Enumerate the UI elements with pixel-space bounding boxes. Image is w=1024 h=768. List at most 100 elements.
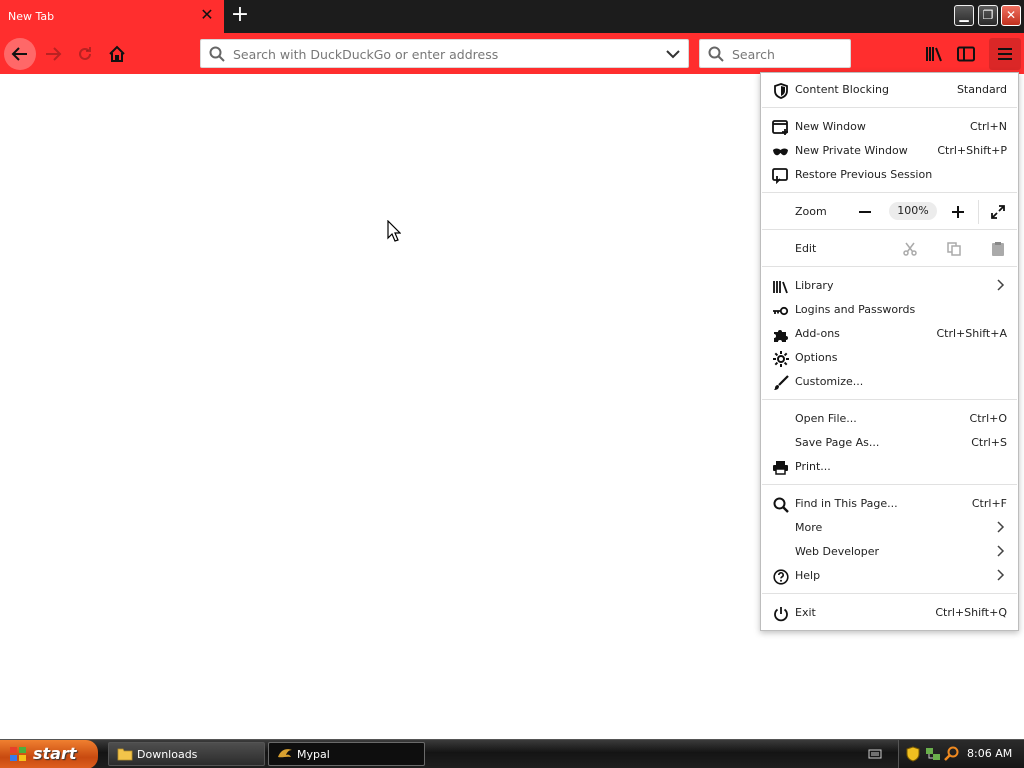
cut-button[interactable] (900, 239, 920, 259)
new-window-icon (772, 119, 789, 136)
power-icon (772, 605, 789, 622)
chevron-down-icon[interactable] (666, 49, 680, 59)
chevron-right-icon (997, 545, 1005, 557)
menu-item-label: Add-ons (795, 327, 840, 340)
menu-item-label: Help (795, 569, 821, 582)
taskbar-item-downloads[interactable]: Downloads (108, 742, 265, 766)
tab-strip: New Tab ✕ + ▁ ❐ ✕ (0, 0, 1024, 33)
taskbar-item-mypal[interactable]: Mypal (268, 742, 425, 766)
shield-icon (772, 82, 789, 99)
close-window-button[interactable]: ✕ (1001, 5, 1021, 26)
menu-item-print[interactable]: Print... (761, 455, 1018, 479)
menu-item-label: New Window (795, 120, 866, 133)
navigation-toolbar: Search with DuckDuckGo or enter address … (0, 33, 1024, 74)
menu-item-open-file[interactable]: Open File... Ctrl+O (761, 407, 1018, 431)
search-tray-icon[interactable] (944, 746, 960, 762)
security-shield-icon[interactable] (906, 746, 920, 762)
menu-item-label: Print... (795, 460, 831, 473)
menu-item-label: Edit (795, 242, 817, 255)
menu-item-exit[interactable]: Exit Ctrl+Shift+Q (761, 601, 1018, 625)
menu-item-restore-session[interactable]: Restore Previous Session (761, 163, 1018, 187)
zoom-out-button[interactable] (855, 202, 875, 222)
tab-title: New Tab (8, 10, 55, 23)
menu-item-new-window[interactable]: New Window Ctrl+N (761, 115, 1018, 139)
menu-item-shortcut: Ctrl+O (969, 412, 1007, 425)
menu-item-label: Restore Previous Session (795, 168, 933, 181)
paintbrush-icon (772, 374, 789, 391)
reload-icon (79, 47, 91, 60)
taskbar: start Downloads Mypal 8:06 AM (0, 739, 1024, 768)
home-icon (109, 45, 125, 62)
zoom-reset-button[interactable]: 100% (889, 202, 937, 220)
home-button[interactable] (101, 38, 133, 70)
menu-item-label: Find in This Page... (795, 497, 898, 510)
menu-item-edit: Edit (761, 237, 1018, 261)
fullscreen-button[interactable] (988, 202, 1008, 222)
menu-separator (762, 484, 1017, 485)
printer-icon (772, 459, 789, 476)
sidebar-icon (957, 46, 975, 62)
paste-button[interactable] (988, 239, 1008, 259)
taskbar-clock: 8:06 AM (967, 747, 1013, 760)
gear-icon (772, 350, 789, 367)
open-menu-button[interactable] (989, 38, 1021, 70)
keyboard-icon[interactable] (868, 748, 882, 760)
menu-item-find[interactable]: Find in This Page... Ctrl+F (761, 492, 1018, 516)
zoom-divider (978, 200, 979, 224)
address-bar[interactable]: Search with DuckDuckGo or enter address (200, 39, 689, 68)
menu-item-addons[interactable]: Add-ons Ctrl+Shift+A (761, 322, 1018, 346)
start-label: start (33, 744, 77, 763)
taskbar-item-label: Downloads (137, 748, 198, 761)
copy-button[interactable] (944, 239, 964, 259)
menu-item-label: Customize... (795, 375, 864, 388)
menu-item-web-developer[interactable]: Web Developer (761, 540, 1018, 564)
menu-item-help[interactable]: Help (761, 564, 1018, 588)
private-mask-icon (772, 143, 789, 160)
menu-item-save-page[interactable]: Save Page As... Ctrl+S (761, 431, 1018, 455)
menu-item-zoom: Zoom 100% (761, 200, 1018, 224)
restore-session-icon (772, 167, 789, 184)
zoom-in-button[interactable] (948, 202, 968, 222)
reload-button[interactable] (69, 38, 101, 70)
copy-icon (947, 242, 961, 256)
minimize-window-button[interactable]: ▁ (954, 5, 974, 26)
menu-item-label: Exit (795, 606, 816, 619)
library-button[interactable] (918, 38, 950, 70)
menu-item-label: More (795, 521, 823, 534)
taskbar-item-label: Mypal (297, 748, 330, 761)
new-tab-plus-icon[interactable]: + (229, 4, 251, 27)
menu-separator (762, 107, 1017, 108)
back-button[interactable] (4, 38, 36, 70)
library-icon (926, 47, 942, 62)
tab-new-tab[interactable]: New Tab ✕ (0, 0, 224, 33)
menu-item-logins[interactable]: Logins and Passwords (761, 298, 1018, 322)
address-placeholder: Search with DuckDuckGo or enter address (233, 47, 499, 62)
menu-item-label: Open File... (795, 412, 857, 425)
scissors-icon (903, 242, 917, 256)
menu-item-more[interactable]: More (761, 516, 1018, 540)
library-icon (772, 278, 789, 295)
menu-item-options[interactable]: Options (761, 346, 1018, 370)
windows-logo-icon (10, 747, 26, 761)
search-bar[interactable]: Search (699, 39, 851, 68)
menu-item-new-private-window[interactable]: New Private Window Ctrl+Shift+P (761, 139, 1018, 163)
menu-item-label: Zoom (795, 205, 827, 218)
menu-item-label: Options (795, 351, 838, 364)
menu-item-label: Web Developer (795, 545, 880, 558)
restore-window-button[interactable]: ❐ (978, 5, 998, 26)
network-icon[interactable] (925, 746, 941, 762)
chevron-right-icon (997, 279, 1005, 291)
menu-item-content-blocking[interactable]: Content Blocking Standard (761, 78, 1018, 102)
sidebar-button[interactable] (950, 38, 982, 70)
fullscreen-icon (991, 205, 1005, 219)
close-tab-icon[interactable]: ✕ (200, 7, 214, 23)
menu-item-library[interactable]: Library (761, 274, 1018, 298)
search-placeholder: Search (732, 47, 775, 62)
search-icon (772, 496, 789, 513)
menu-separator (762, 593, 1017, 594)
content-blocking-value: Standard (956, 83, 1007, 96)
start-button[interactable]: start (0, 740, 98, 768)
menu-item-customize[interactable]: Customize... (761, 370, 1018, 394)
menu-item-shortcut: Ctrl+Shift+Q (935, 606, 1007, 619)
forward-button[interactable] (37, 38, 69, 70)
